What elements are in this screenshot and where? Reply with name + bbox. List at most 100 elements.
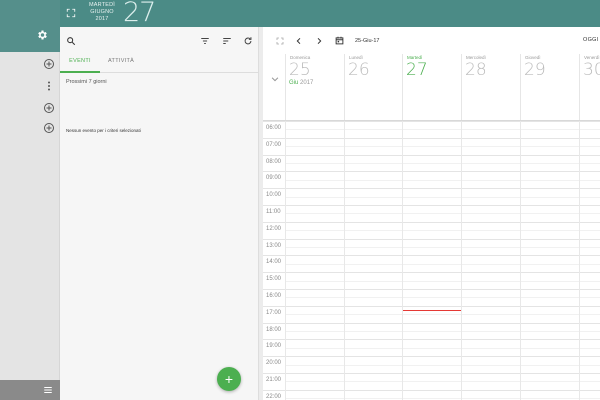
hour-label: 21:00 [266,377,282,383]
half-hour-line [285,146,600,148]
hour-line [263,272,600,274]
half-hour-line [285,314,600,316]
half-hour-line [285,129,600,131]
half-hour-line [285,331,600,332]
add-circle-icon[interactable] [43,122,55,134]
half-hour-line [285,230,600,232]
hour-line [263,255,600,257]
menu-icon[interactable] [43,385,53,395]
header-month: GIUGNO [90,9,114,15]
half-hour-line [285,179,600,181]
day-header[interactable]: Lunedì 26 [344,54,402,120]
add-circle-icon[interactable] [43,102,55,114]
half-hour-line [285,381,600,383]
hour-line [263,154,600,156]
day-number: 30 [583,60,600,80]
search-icon[interactable] [66,36,76,46]
sort-icon[interactable] [222,36,232,46]
events-panel: EVENTI ATTIVITÀ Prossimi 7 giorni Nessun… [60,27,259,400]
time-grid[interactable]: 06:00 07:00 08:00 09:00 10:00 11:00 12:00 13:00… [263,120,600,400]
add-circle-icon[interactable] [43,58,55,70]
day-header[interactable]: Domenica 25 Giu 2017 [285,54,344,120]
half-hour-line [285,247,600,248]
calendar: 25-Giu-17 OGGI Domenica 25 Giu 2017 Lune… [263,27,600,400]
hour-line [263,339,600,341]
hour-line [263,171,600,173]
hour-label: 08:00 [266,158,282,165]
half-hour-line [285,263,600,265]
month-label: Giu [289,80,299,86]
year-label: 2017 [300,80,314,86]
left-rail [0,52,60,380]
fullscreen-icon[interactable] [276,37,284,45]
day-column-line [402,121,403,400]
chevron-down-icon[interactable] [270,74,280,84]
tab-activities[interactable]: ATTIVITÀ [108,58,134,64]
half-hour-line [285,280,600,282]
day-column-line [344,121,345,400]
hour-line [263,356,600,358]
hour-label: 06:00 [266,125,282,131]
hour-label: 13:00 [266,242,282,249]
add-event-button[interactable]: + [217,367,241,391]
range-label: Prossimi 7 giorni [66,79,107,85]
hour-label: 18:00 [266,326,282,333]
half-hour-line [285,398,600,400]
hour-line [263,389,600,391]
half-hour-line [285,213,600,215]
day-number: 28 [465,60,487,80]
day-column-line [520,121,521,400]
more-vert-icon[interactable] [43,80,55,92]
day-number: 26 [348,60,370,80]
fullscreen-icon[interactable] [66,8,76,18]
day-header[interactable]: Giovedì 29 [520,54,579,120]
empty-message: Nessun evento per i criteri selezionati [66,128,141,133]
half-hour-line [285,196,600,198]
hour-line [263,373,600,374]
chevron-left-icon[interactable] [295,37,303,45]
hour-line [263,205,600,206]
today-button[interactable]: OGGI [583,37,599,43]
header-weekday: MARTEDÌ [88,2,116,8]
header-day: 27 [123,0,156,28]
calendar-toolbar: 25-Giu-17 OGGI [263,27,600,55]
header-year: 2017 [95,16,109,22]
day-number: 29 [524,60,546,80]
header-date: MARTEDÌ GIUGNO 2017 [84,2,120,23]
calendar-icon[interactable] [335,36,344,45]
hour-label: 17:00 [266,309,282,316]
day-column-line [285,121,286,400]
refresh-icon[interactable] [243,36,253,46]
tab-events[interactable]: EVENTI [60,58,100,64]
panel-tabs: EVENTI ATTIVITÀ [60,55,259,73]
hour-line [263,137,600,139]
day-column-line [461,121,462,400]
panel-toolbar [60,27,259,55]
half-hour-line [285,163,600,164]
hour-line [263,238,600,240]
day-header-today[interactable]: Martedì 27 [402,54,461,120]
active-tab-indicator [60,71,100,73]
half-hour-line [285,297,600,299]
hour-label: 22:00 [266,393,282,400]
hour-line [263,289,600,290]
hour-label: 12:00 [266,225,282,232]
date-range[interactable]: 25-Giu-17 [355,38,379,44]
current-time-indicator [402,310,461,311]
hour-line [263,221,600,223]
day-header[interactable]: Mercoledì 28 [461,54,520,120]
day-column-line [579,121,580,400]
hour-label: 20:00 [266,360,282,367]
half-hour-line [285,347,600,349]
gear-icon[interactable] [36,29,48,41]
filter-icon[interactable] [200,36,210,46]
hour-label: 14:00 [266,259,282,266]
hour-line [263,188,600,190]
day-header[interactable]: Venerdì 30 [579,54,600,120]
month-year: Giu 2017 [289,80,313,86]
chevron-right-icon[interactable] [315,37,323,45]
hour-line [263,305,600,307]
settings-area [0,0,60,52]
hour-label: 15:00 [266,276,282,283]
hour-label: 09:00 [266,175,282,182]
